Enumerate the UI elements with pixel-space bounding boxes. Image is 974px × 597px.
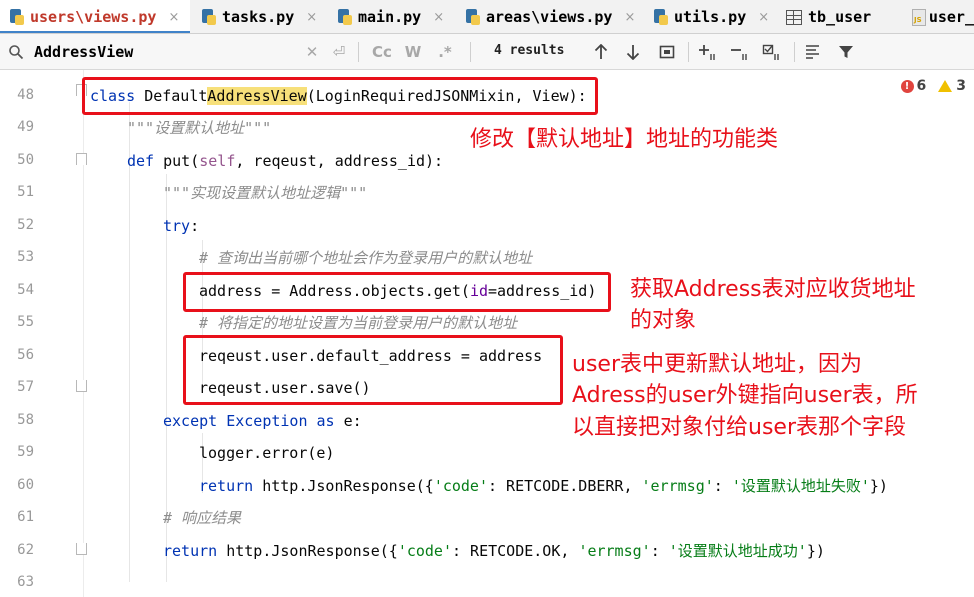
code-line-51[interactable]: """实现设置默认地址逻辑""" [163,182,367,204]
python-file-icon [654,9,668,25]
code-line-53[interactable]: # 查询出当前哪个地址会作为登录用户的默认地址 [199,247,532,269]
annotation-text: user表中更新默认地址，因为 [572,352,862,377]
python-file-icon [10,9,24,25]
tab-label: tb_user [808,8,872,26]
python-file-icon [202,9,216,25]
tab-users-views[interactable]: users\views.py × [0,0,190,33]
fold-marker[interactable] [76,380,87,392]
line-number: 61 [17,509,34,525]
match-case-button[interactable]: Cc [370,42,394,62]
line-number: 48 [17,87,34,103]
code-line-50[interactable]: def put(self, reqeust, address_id): [127,150,443,172]
next-occurrence-button[interactable] [622,41,644,63]
filter-button[interactable] [834,41,858,63]
line-number: 49 [17,119,34,135]
tab-label: user_ [928,8,974,26]
tab-tasks[interactable]: tasks.py × [192,0,326,33]
js-file-icon [912,9,926,26]
code-line-62[interactable]: return http.JsonResponse({'code': RETCOD… [163,540,825,562]
annotation-box-get [183,272,611,312]
line-number: 54 [17,282,34,298]
find-bar: ✕ ⏎ Cc W .* 4 results [0,34,974,70]
find-input[interactable] [34,41,294,63]
funnel-icon [839,46,853,58]
tab-main[interactable]: main.py × [328,0,454,33]
fold-marker[interactable] [76,543,87,555]
clear-icon[interactable]: ✕ [304,42,320,62]
close-icon[interactable]: × [306,10,317,25]
table-icon [786,9,802,25]
filter-lines-button[interactable] [802,41,826,63]
code-line-49[interactable]: """设置默认地址""" [127,117,271,139]
regex-button[interactable]: .* [434,42,456,62]
new-line-icon[interactable]: ⏎ [330,42,348,62]
line-number: 59 [17,444,34,460]
search-icon[interactable] [8,44,24,60]
warning-icon [938,80,953,92]
tab-label: areas\views.py [486,8,613,26]
search-results-count: 4 results [494,43,565,58]
code-line-61[interactable]: # 响应结果 [163,507,241,529]
close-icon[interactable]: × [168,10,179,25]
close-icon[interactable]: × [624,10,635,25]
error-icon: ! [900,79,914,93]
lines-icon [806,45,819,59]
close-icon[interactable]: × [758,10,769,25]
code-editor[interactable]: 48 49 50 51 52 53 54 55 56 57 58 59 60 6… [0,70,974,597]
tab-areas-views[interactable]: areas\views.py × [456,0,642,33]
python-file-icon [338,9,352,25]
fold-marker[interactable] [76,153,87,165]
line-number: 50 [17,152,34,168]
python-file-icon [466,9,480,25]
line-number: 58 [17,412,34,428]
arrow-down-icon [626,45,640,60]
tab-label: utils.py [674,8,747,26]
close-icon[interactable]: × [433,10,444,25]
code-line-60[interactable]: return http.JsonResponse({'code': RETCOD… [199,475,888,497]
line-number-gutter: 48 49 50 51 52 53 54 55 56 57 58 59 60 6… [0,70,87,597]
tab-tb-user[interactable]: tb_user [776,0,900,33]
whole-words-button[interactable]: W [402,42,424,62]
annotation-box-save [183,335,563,405]
line-number: 62 [17,542,34,558]
code-line-52[interactable]: try: [163,215,199,237]
line-number: 63 [17,574,34,590]
annotation-text: 获取Address表对应收货地址 [630,277,916,302]
remove-occurrence-button[interactable] [728,41,752,63]
code-line-59[interactable]: logger.error(e) [199,442,334,464]
line-number: 51 [17,184,34,200]
select-all-button[interactable] [760,41,784,63]
window-icon [659,45,675,59]
tab-label: tasks.py [222,8,295,26]
error-count: 6 [916,78,927,94]
minus-cursor-icon [731,49,747,60]
annotation-text: 修改【默认地址】地址的功能类 [470,127,779,152]
line-number: 55 [17,314,34,330]
editor-tab-bar: users\views.py × tasks.py × main.py × ar… [0,0,974,34]
inspection-widget[interactable]: ! 6 3 [900,78,966,94]
line-number: 52 [17,217,34,233]
tab-label: main.py [358,8,422,26]
annotation-text: 的对象 [630,308,697,333]
arrow-up-icon [594,44,608,59]
checklist-icon [762,44,779,60]
code-line-55[interactable]: # 将指定的地址设置为当前登录用户的默认地址 [199,312,517,334]
select-all-occurrences-button[interactable] [656,41,678,63]
tab-utils[interactable]: utils.py × [644,0,774,33]
line-number: 56 [17,347,34,363]
previous-occurrence-button[interactable] [590,41,612,63]
annotation-text: Adress的user外键指向user表，所 [572,383,918,408]
line-number: 53 [17,249,34,265]
line-number: 60 [17,477,34,493]
annotation-box-class [82,77,598,115]
code-line-58[interactable]: except Exception as e: [163,410,362,432]
tab-user-js[interactable]: user_ [902,0,974,33]
tab-label: users\views.py [30,8,157,26]
add-occurrence-button[interactable] [696,41,720,63]
annotation-text: 以直接把对象付给user表那个字段 [572,415,906,440]
line-number: 57 [17,379,34,395]
warning-count: 3 [956,78,966,94]
plus-cursor-icon [699,45,715,60]
